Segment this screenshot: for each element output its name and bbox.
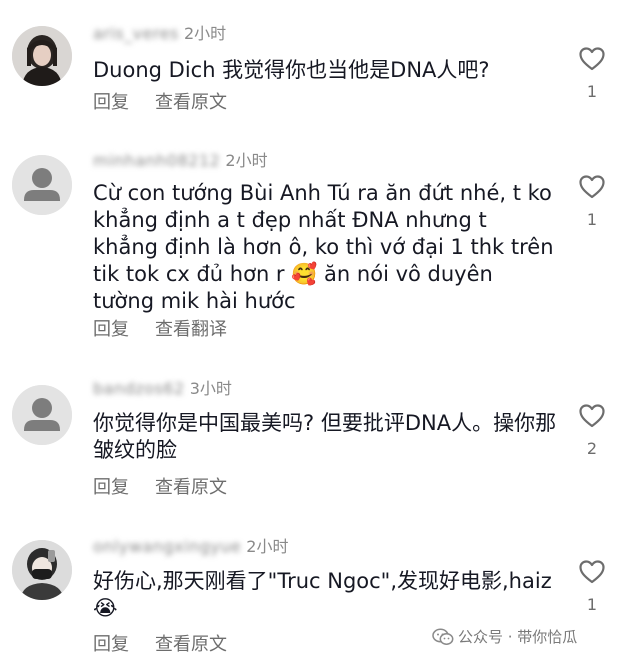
- like-control[interactable]: 2: [574, 404, 610, 458]
- view-original-button[interactable]: 查看原文: [155, 632, 227, 658]
- wechat-icon: [432, 628, 454, 645]
- comment-time: 2小时: [183, 24, 227, 43]
- comment-actions: 回复 查看原文: [93, 632, 227, 658]
- comment-time: 2小时: [225, 151, 268, 170]
- photo-avatar-icon: [12, 540, 72, 600]
- comment-text: Duong Dich 我觉得你也当他是DNA人吧?: [93, 58, 490, 82]
- like-control[interactable]: 1: [574, 47, 610, 101]
- heart-outline-icon[interactable]: [579, 47, 605, 71]
- like-control[interactable]: 1: [574, 560, 610, 614]
- like-control[interactable]: 1: [574, 175, 610, 229]
- comment-text: Cừ con tướng Bùi Anh Tú ra ăn đứt nhé, t…: [93, 181, 554, 313]
- comment-actions: 回复 查看原文: [93, 475, 227, 501]
- watermark-text: 公众号 · 带你恰瓜: [458, 628, 578, 646]
- comment-time: 3小时: [189, 379, 232, 398]
- heart-outline-icon[interactable]: [579, 560, 605, 584]
- like-count: 2: [586, 439, 598, 458]
- comment-text: 你觉得你是中国最美吗? 但要批评DNA人。操你那皱纹的脸: [93, 411, 557, 462]
- reply-button[interactable]: 回复: [93, 90, 129, 116]
- photo-avatar-icon: [12, 26, 72, 86]
- heart-outline-icon[interactable]: [579, 404, 605, 428]
- comment-header: bandzos62 3小时: [93, 377, 232, 401]
- view-original-button[interactable]: 查看原文: [155, 475, 227, 501]
- avatar[interactable]: [12, 155, 72, 215]
- avatar[interactable]: [12, 385, 72, 445]
- like-count: 1: [586, 595, 598, 614]
- reply-button[interactable]: 回复: [93, 632, 129, 658]
- comment-time: 2小时: [246, 537, 289, 556]
- comment-header: minhanh08212 2小时: [93, 149, 268, 173]
- like-count: 1: [586, 82, 598, 101]
- comment-actions: 回复 查看原文: [93, 90, 227, 116]
- heart-outline-icon[interactable]: [579, 175, 605, 199]
- comment-header: onlywangxingyue 2小时: [93, 535, 288, 559]
- comment-text: 好伤心,那天刚看了"Truc Ngoc",发现好电影,haiz😭: [93, 569, 552, 620]
- comment-actions: 回复 查看翻译: [93, 317, 227, 343]
- avatar[interactable]: [12, 540, 72, 600]
- avatar[interactable]: [12, 26, 72, 86]
- default-avatar-icon: [12, 155, 72, 215]
- username[interactable]: onlywangxingyue: [93, 537, 241, 556]
- reply-button[interactable]: 回复: [93, 317, 129, 343]
- like-count: 1: [586, 210, 598, 229]
- reply-button[interactable]: 回复: [93, 475, 129, 501]
- comment-header: aris_veres 2小时: [93, 22, 226, 46]
- username[interactable]: aris_veres: [93, 24, 179, 43]
- username[interactable]: minhanh08212: [93, 151, 220, 170]
- default-avatar-icon: [12, 385, 72, 445]
- view-translation-button[interactable]: 查看翻译: [155, 317, 227, 343]
- view-original-button[interactable]: 查看原文: [155, 90, 227, 116]
- watermark: 公众号 · 带你恰瓜: [432, 626, 577, 648]
- username[interactable]: bandzos62: [93, 379, 185, 398]
